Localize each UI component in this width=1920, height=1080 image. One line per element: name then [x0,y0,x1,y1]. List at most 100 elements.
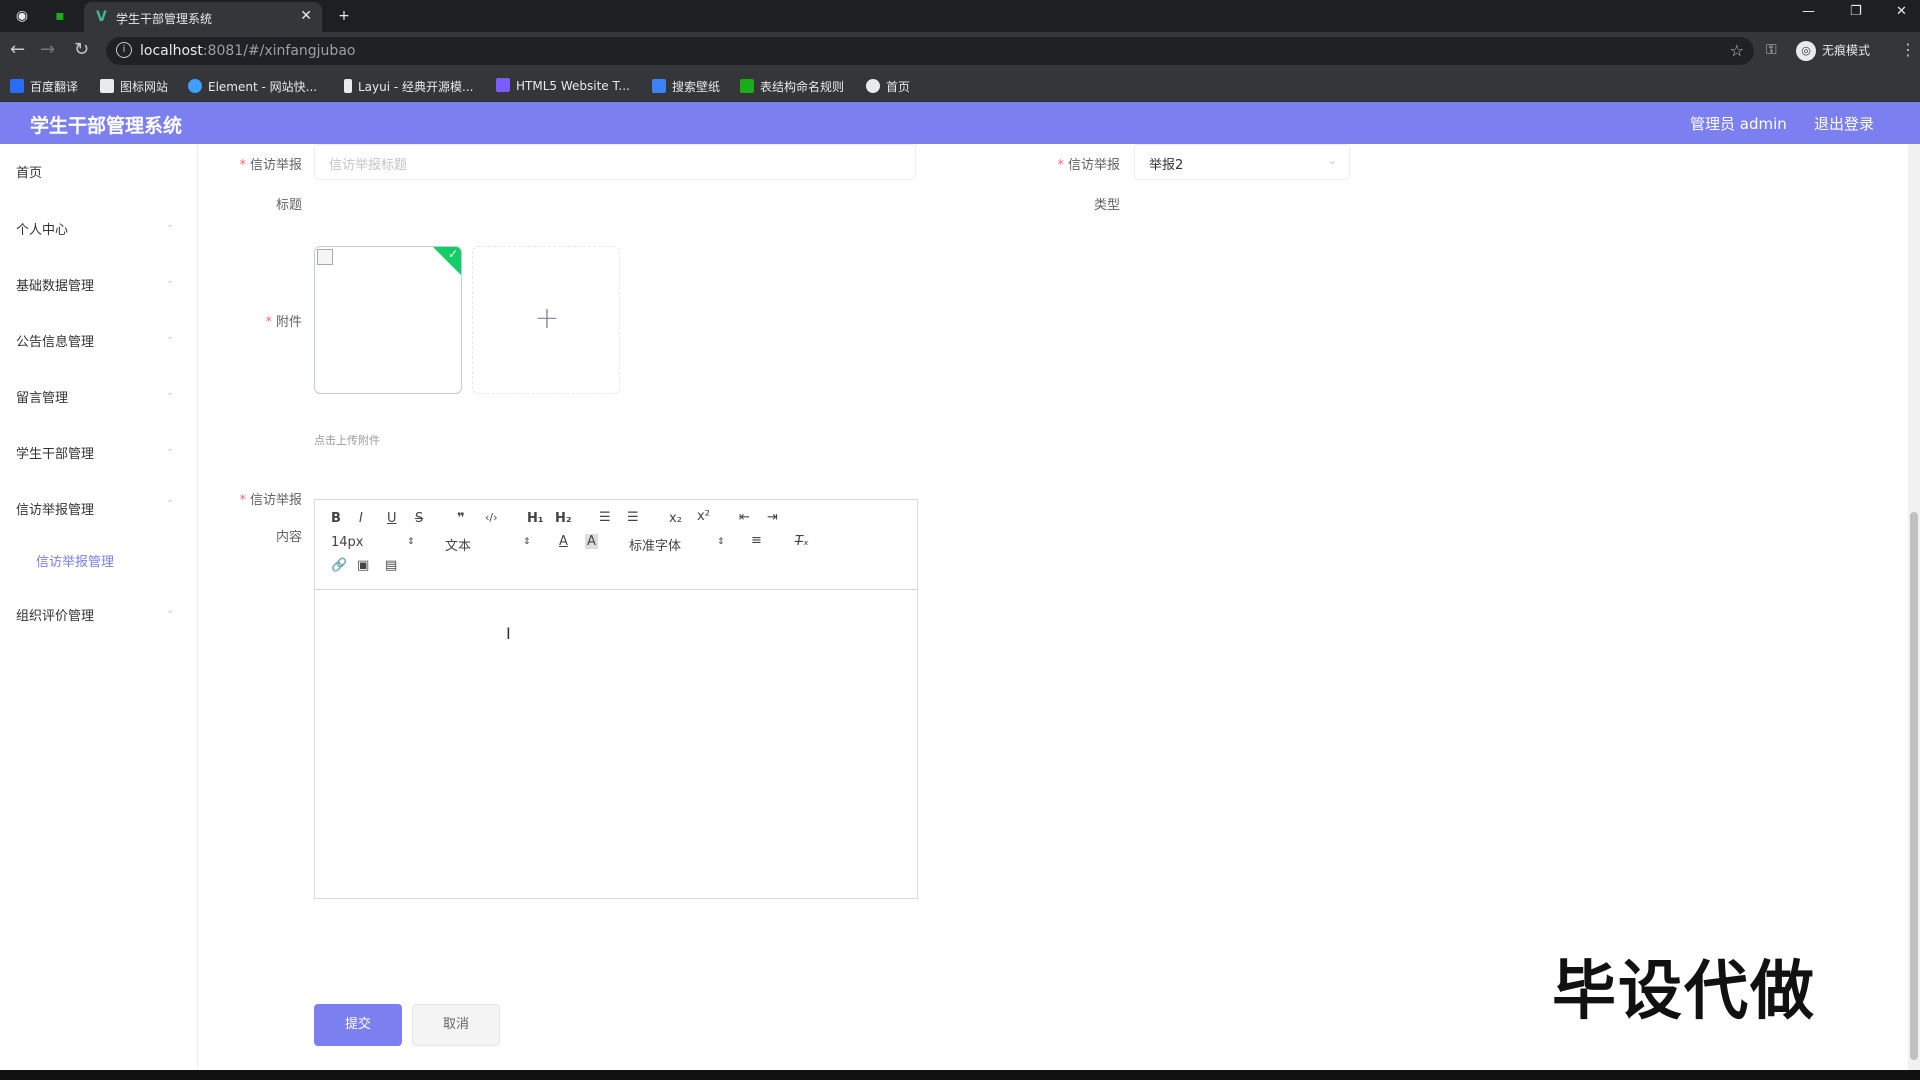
scrollbar-thumb[interactable] [1910,512,1918,1060]
logout-link[interactable]: 退出登录 [1814,113,1874,134]
chevron-down-icon: ⌄ [1327,154,1337,167]
strikethrough-icon[interactable]: S [415,511,423,526]
align-icon[interactable]: ≡ [751,533,762,548]
indent-icon[interactable]: ⇥ [767,510,778,525]
incognito-indicator[interactable]: ◎ 无痕模式 [1796,41,1870,61]
chevron-down-icon: ⌄ [166,275,175,286]
blockquote-icon[interactable]: ❞ [457,511,465,526]
uploaded-image-thumbnail[interactable]: ✓ [314,246,462,394]
pinned-tab-icon[interactable]: ▪ [50,6,70,26]
editor-content-area[interactable] [315,591,917,898]
wallpaper-icon [652,79,666,93]
bold-icon[interactable]: B [331,511,341,526]
html5-icon [496,78,510,92]
site-info-icon[interactable]: i [116,42,132,58]
check-icon: ✓ [447,247,458,261]
browser-tab-bar: ◉ ▪ V 学生干部管理系统 ✕ + — ❐ ✕ [0,0,1920,32]
editor-toolbar: B I U S ❞ ‹/› H₁ H₂ ☰ ☰ x₂ x² ⇤ ⇥ 14px ⇕ … [315,500,917,590]
close-window-icon[interactable]: ✕ [1896,4,1907,19]
block-format-select[interactable]: 文本 ⇕ [445,535,535,554]
chevron-down-icon: ⌄ [166,331,175,342]
broken-image-icon [317,249,333,265]
translate-icon [10,79,24,93]
content-label: * 信访举报 [239,493,302,508]
video-icon[interactable]: ▤ [385,558,397,573]
bookmark-item[interactable]: Element - 网站快... [188,78,317,95]
content-label-line2: 内容 [275,530,302,545]
font-family-select[interactable]: 标准字体 ⇕ [629,535,729,554]
upload-button[interactable]: + [472,246,620,394]
sidebar-item-evaluation[interactable]: 组织评价管理 ⌄ [16,605,174,624]
sidebar-item-base-data[interactable]: 基础数据管理 ⌄ [16,275,174,294]
font-color-icon[interactable]: A [559,534,568,549]
outdent-icon[interactable]: ⇤ [739,510,750,525]
app-title: 学生干部管理系统 [30,115,183,137]
layui-icon [344,79,352,93]
taskbar-edge [0,1070,1920,1080]
bullet-list-icon[interactable]: ☰ [627,510,639,525]
underline-icon[interactable]: U [387,511,397,526]
chevron-up-icon: ⌃ [166,499,175,510]
url-input[interactable]: i localhost:8081/#/xinfangjubao ☆ [106,37,1754,65]
code-block-icon[interactable]: ‹/› [485,511,498,524]
rich-text-editor: B I U S ❞ ‹/› H₁ H₂ ☰ ☰ x₂ x² ⇤ ⇥ 14px ⇕ … [314,499,918,899]
type-select[interactable]: 举报2 ⌄ [1134,144,1350,180]
text-cursor-icon: I [506,624,511,643]
link-icon[interactable]: 🔗 [331,558,347,573]
flag-icon [100,79,114,93]
heading-2-icon[interactable]: H₂ [555,511,572,526]
watermark: 毕设代做 [1552,955,1816,1029]
ordered-list-icon[interactable]: ☰ [599,510,611,525]
sidebar-item-messages[interactable]: 留言管理 ⌄ [16,387,174,406]
back-icon[interactable]: ← [10,40,25,60]
restore-icon[interactable]: ❐ [1850,4,1862,19]
clear-format-icon[interactable]: T̶ₓ [795,534,809,549]
forward-icon[interactable]: → [40,40,55,60]
heading-1-icon[interactable]: H₁ [527,511,544,526]
bookmark-item[interactable]: Layui - 经典开源模... [344,78,473,95]
bookmark-item[interactable]: HTML5 Website T... [496,78,630,93]
sidebar-item-notices[interactable]: 公告信息管理 ⌄ [16,331,174,350]
bookmark-item[interactable]: 百度翻译 [10,78,78,95]
browser-more-icon[interactable]: ⋮ [1900,40,1916,59]
browser-tab-active[interactable]: V 学生干部管理系统 ✕ [84,2,322,32]
minimize-icon[interactable]: — [1802,4,1815,19]
superscript-icon[interactable]: x² [697,509,710,524]
subscript-icon[interactable]: x₂ [669,511,682,526]
sidebar-item-cadres[interactable]: 学生干部管理 ⌄ [16,443,174,462]
cancel-button[interactable]: 取消 [412,1004,500,1046]
bookmark-item[interactable]: 搜索壁纸 [652,78,720,95]
vue-favicon-icon: V [96,9,107,25]
image-icon[interactable]: ▣ [357,558,369,573]
bookmark-star-icon[interactable]: ☆ [1730,41,1744,60]
page-scrollbar[interactable] [1908,144,1920,1070]
font-size-select[interactable]: 14px ⇕ [331,535,421,550]
app-header: 学生干部管理系统 管理员 admin 退出登录 [0,102,1920,144]
browser-address-bar: ← → ↻ i localhost:8081/#/xinfangjubao ☆ … [0,32,1920,70]
italic-icon[interactable]: I [359,511,363,526]
globe-icon [866,79,880,93]
chevron-down-icon: ⌄ [166,443,175,454]
sidebar-item-petitions[interactable]: 信访举报管理 ⌃ [16,499,174,518]
reload-icon[interactable]: ↻ [74,40,89,60]
title-label-line2: 标题 [275,198,302,213]
sidebar-subitem-petitions[interactable]: 信访举报管理 [36,551,114,570]
background-color-icon[interactable]: A [585,534,598,549]
title-input[interactable]: 信访举报标题 [314,144,916,180]
submit-button[interactable]: 提交 [314,1004,402,1046]
new-tab-icon[interactable]: + [334,6,354,26]
tab-title: 学生干部管理系统 [116,12,213,26]
bookmark-item[interactable]: 表结构命名规则 [740,78,844,95]
url-text: localhost:8081/#/xinfangjubao [140,43,356,59]
sidebar: 首页 个人中心 ⌄ 基础数据管理 ⌄ 公告信息管理 ⌄ 留言管理 ⌄ 学生干部管理 ⌄ 信… [0,144,198,1080]
key-icon[interactable]: ⚿ [1766,42,1777,58]
browser-menu-icon[interactable]: ◉ [12,6,32,26]
plus-icon: + [534,301,560,336]
bookmark-item[interactable]: 首页 [866,78,910,95]
close-tab-icon[interactable]: ✕ [300,8,312,24]
sidebar-item-profile[interactable]: 个人中心 ⌄ [16,219,174,238]
sidebar-item-home[interactable]: 首页 [16,162,42,181]
bookmark-item[interactable]: 图标网站 [100,78,168,95]
element-icon [188,79,202,93]
chevron-down-icon: ⌄ [166,387,175,398]
